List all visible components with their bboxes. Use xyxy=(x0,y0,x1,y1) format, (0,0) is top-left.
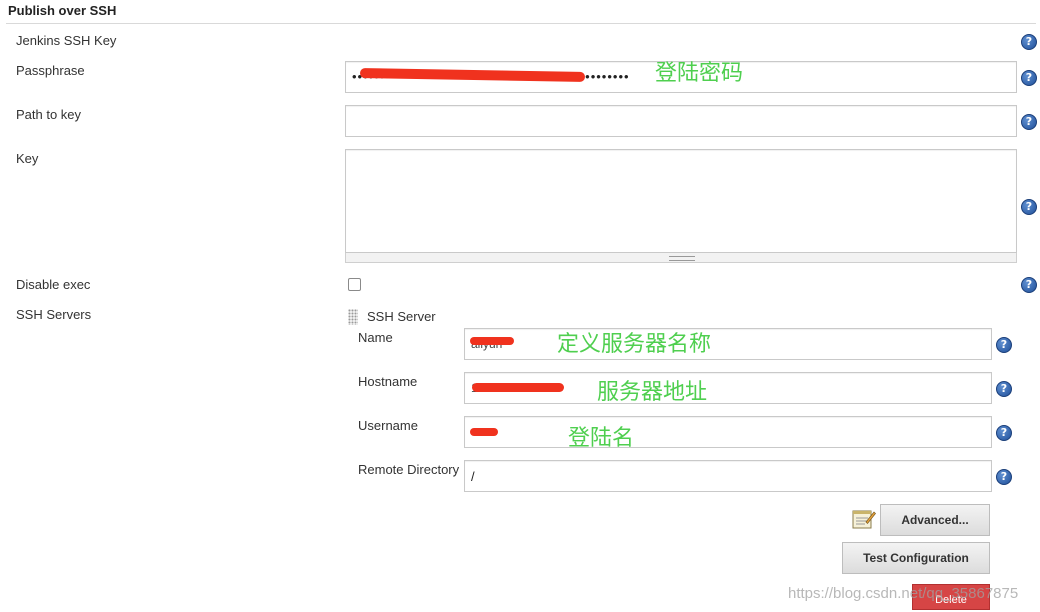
redaction-mark xyxy=(470,337,514,345)
username-annotation: 登陆名 xyxy=(568,426,635,451)
jenkins-ssh-key-label: Jenkins SSH Key xyxy=(16,33,117,48)
remote-directory-input[interactable] xyxy=(464,460,992,492)
help-icon[interactable]: ? xyxy=(1021,70,1037,86)
help-icon[interactable]: ? xyxy=(1021,199,1037,215)
username-input[interactable] xyxy=(464,416,992,448)
name-annotation: 定义服务器名称 xyxy=(557,332,712,357)
textarea-resize-bar[interactable] xyxy=(345,253,1017,263)
ssh-server-heading: SSH Server xyxy=(367,309,436,324)
resize-grip[interactable] xyxy=(669,256,695,261)
server-name-input[interactable]: aliyun xyxy=(464,328,992,360)
help-icon[interactable]: ? xyxy=(996,469,1012,485)
ssh-servers-label: SSH Servers xyxy=(16,307,92,322)
drag-handle-icon[interactable] xyxy=(348,309,358,325)
passphrase-annotation: 登陆密码 xyxy=(655,61,744,86)
disable-exec-checkbox[interactable] xyxy=(348,278,361,291)
key-textarea[interactable] xyxy=(345,149,1017,253)
help-icon[interactable]: ? xyxy=(996,337,1012,353)
section-title: Publish over SSH xyxy=(8,3,117,18)
section-divider xyxy=(6,23,1036,24)
notepad-icon xyxy=(852,508,876,530)
server-name-label: Name xyxy=(358,330,393,345)
hostname-annotation: 服务器地址 xyxy=(597,380,708,405)
disable-exec-label: Disable exec xyxy=(16,277,91,292)
test-configuration-button[interactable]: Test Configuration xyxy=(842,542,990,574)
help-icon[interactable]: ? xyxy=(996,381,1012,397)
key-label: Key xyxy=(16,151,39,166)
passphrase-label: Passphrase xyxy=(16,63,85,78)
redaction-mark xyxy=(470,428,498,436)
remote-directory-label: Remote Directory xyxy=(358,462,460,477)
help-icon[interactable]: ? xyxy=(1021,34,1037,50)
advanced-button[interactable]: Advanced... xyxy=(880,504,990,536)
path-to-key-label: Path to key xyxy=(16,107,82,122)
help-icon[interactable]: ? xyxy=(996,425,1012,441)
redaction-mark xyxy=(472,383,564,392)
hostname-label: Hostname xyxy=(358,374,418,389)
help-icon[interactable]: ? xyxy=(1021,277,1037,293)
path-to-key-input[interactable] xyxy=(345,105,1017,137)
watermark-text: https://blog.csdn.net/qq_35867875 xyxy=(788,585,1019,602)
username-label: Username xyxy=(358,418,418,433)
help-icon[interactable]: ? xyxy=(1021,114,1037,130)
